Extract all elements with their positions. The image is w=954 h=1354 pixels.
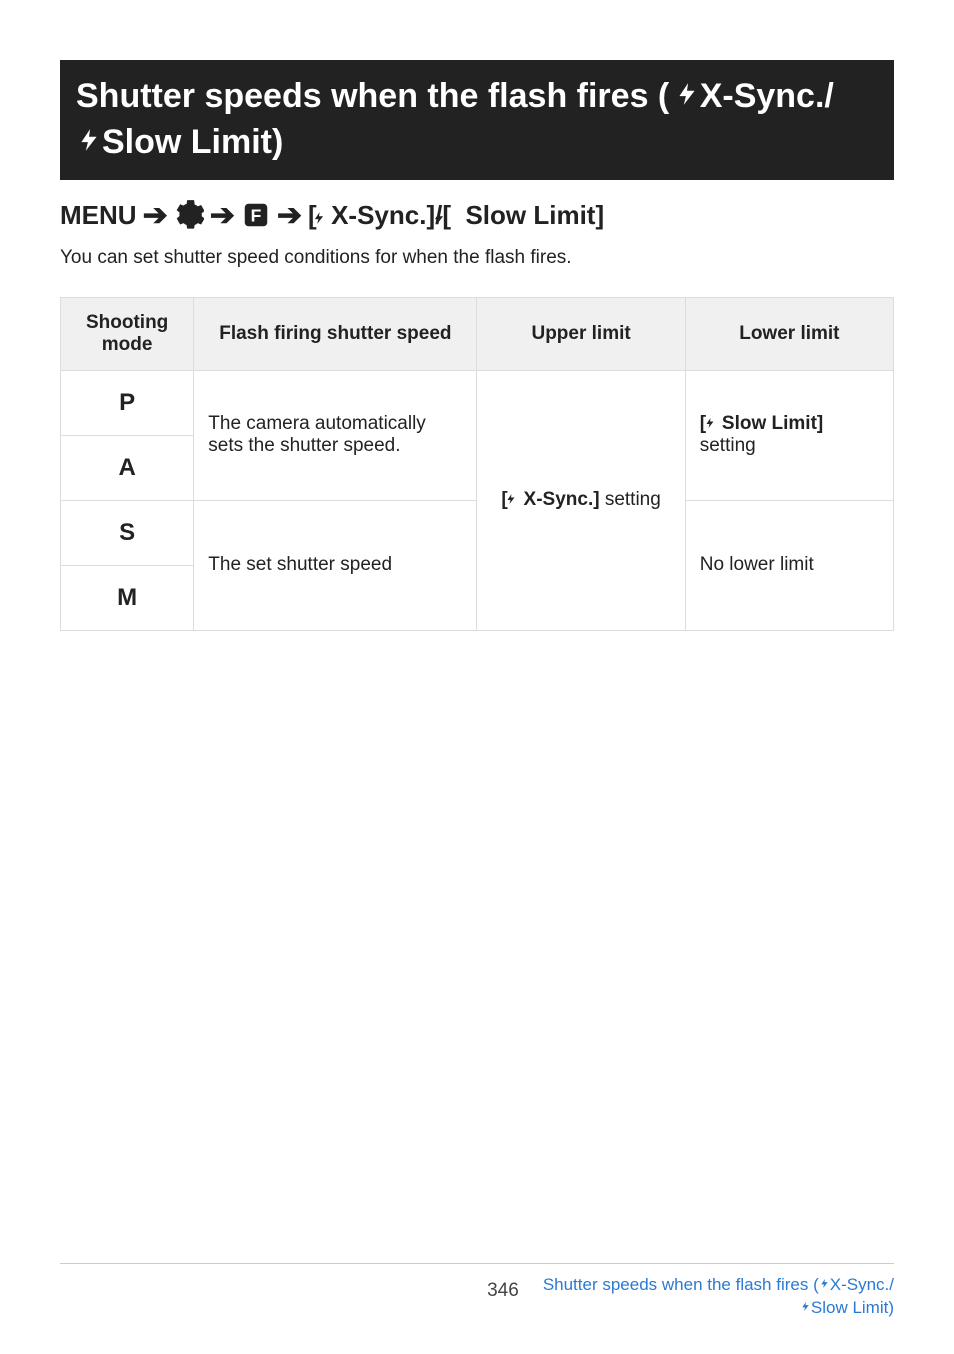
flash-icon [800, 1298, 811, 1317]
page-number: 346 [487, 1274, 543, 1302]
arrow-right-icon: ➔ [277, 198, 302, 233]
flash-speed-sm: The set shutter speed [194, 500, 477, 630]
title-part1: Shutter speeds when the flash fires ( [76, 77, 669, 115]
footer-section-link[interactable]: Shutter speeds when the flash fires (X-S… [543, 1274, 894, 1320]
col-upper: Upper limit [477, 297, 685, 370]
title-slow: Slow Limit) [102, 123, 283, 161]
col-flash-speed: Flash firing shutter speed [194, 297, 477, 370]
lower-limit-pa: [ Slow Limit] setting [685, 370, 893, 500]
page-title: Shutter speeds when the flash fires ( X-… [60, 60, 894, 180]
mode-a: A [61, 435, 194, 500]
arrow-right-icon: ➔ [210, 198, 235, 233]
flash-icon [76, 140, 102, 157]
menu-setting: [ X-Sync.]/[ Slow Limit] [308, 200, 604, 230]
arrow-right-icon: ➔ [143, 198, 168, 233]
shutter-speed-table: Shooting mode Flash firing shutter speed… [60, 297, 894, 631]
menu-label: MENU [60, 200, 137, 231]
f-tab-icon: F [241, 200, 271, 230]
mode-p: P [61, 370, 194, 435]
flash-icon [432, 203, 446, 234]
flash-icon [819, 1275, 830, 1294]
svg-text:F: F [250, 206, 261, 226]
flash-icon [312, 203, 326, 234]
flash-speed-pa: The camera automatically sets the shutte… [194, 370, 477, 500]
lower-limit-sm: No lower limit [685, 500, 893, 630]
page-footer: 346 Shutter speeds when the flash fires … [60, 1263, 894, 1320]
flash-icon [674, 94, 700, 111]
title-xsync: X-Sync./ [700, 77, 834, 115]
mode-s: S [61, 500, 194, 565]
flash-icon [704, 415, 716, 437]
col-shooting-mode: Shooting mode [61, 297, 194, 370]
upper-limit-cell: [ X-Sync.] setting [477, 370, 685, 630]
description-text: You can set shutter speed conditions for… [60, 247, 894, 269]
flash-icon [505, 491, 517, 513]
gear-icon [174, 200, 204, 230]
menu-path: MENU ➔ ➔ F ➔ [ X-Sync.]/[ Slow Limit] [60, 198, 894, 233]
col-lower: Lower limit [685, 297, 893, 370]
table-header-row: Shooting mode Flash firing shutter speed… [61, 297, 894, 370]
mode-m: M [61, 565, 194, 630]
table-row: P The camera automatically sets the shut… [61, 370, 894, 435]
footer-divider [60, 1263, 894, 1264]
